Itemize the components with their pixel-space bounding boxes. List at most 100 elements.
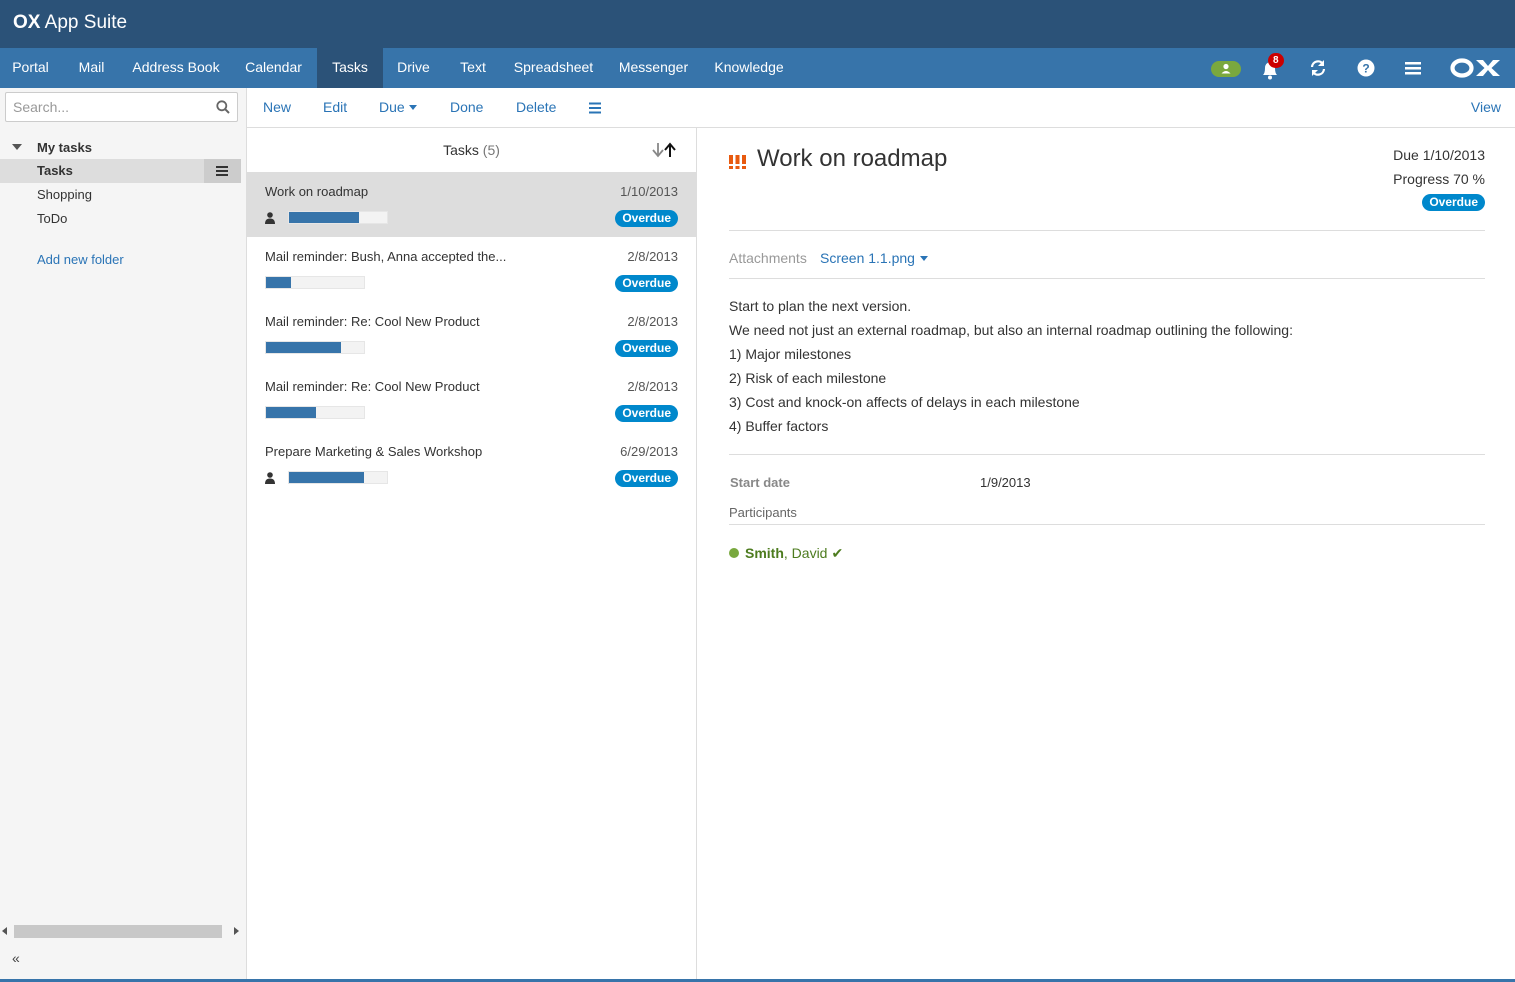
task-item-date: 2/8/2013	[627, 314, 678, 329]
task-item-date: 1/10/2013	[620, 184, 678, 199]
attachments-label: Attachments	[729, 250, 807, 266]
divider	[729, 278, 1485, 279]
task-item-date: 2/8/2013	[627, 249, 678, 264]
scroll-right-icon[interactable]	[234, 927, 240, 935]
tab-address-book[interactable]: Address Book	[122, 48, 230, 88]
tab-spreadsheet[interactable]: Spreadsheet	[502, 48, 605, 88]
presence-dot-icon	[729, 548, 739, 559]
note-line: 4) Buffer factors	[729, 418, 829, 434]
status-badge: Overdue	[615, 275, 678, 292]
scrollbar-thumb[interactable]	[14, 925, 222, 938]
folder-shopping[interactable]: Shopping	[0, 183, 241, 207]
folder-tree-root[interactable]: My tasks	[0, 138, 246, 158]
bell-icon[interactable]: 8	[1260, 53, 1292, 83]
task-item-date: 2/8/2013	[627, 379, 678, 394]
list-title: Tasks (5)	[443, 142, 500, 158]
task-list: Tasks (5) Work on roadmap 1/10/2013 Overdu…	[247, 128, 697, 982]
notification-badge: 8	[1268, 53, 1284, 68]
task-list-item[interactable]: Mail reminder: Re: Cool New Product 2/8/2…	[247, 302, 696, 367]
caret-down-icon	[408, 104, 417, 110]
more-actions-icon[interactable]	[589, 101, 601, 117]
note-line: We need not just an external roadmap, bu…	[729, 322, 1293, 338]
status-badge: Overdue	[615, 340, 678, 357]
task-item-title: Mail reminder: Re: Cool New Product	[265, 314, 480, 329]
due-label: Due	[379, 99, 405, 115]
divider	[729, 230, 1485, 231]
folder-todo[interactable]: ToDo	[0, 207, 241, 231]
sort-icon[interactable]	[650, 142, 678, 158]
attachment-link[interactable]: Screen 1.1.png	[820, 250, 928, 266]
note-line: Start to plan the next version.	[729, 298, 912, 314]
collapse-sidebar-button[interactable]: «	[12, 950, 20, 966]
tab-mail[interactable]: Mail	[61, 48, 122, 88]
task-item-date: 6/29/2013	[620, 444, 678, 459]
progress-text: Progress 70 %	[1393, 171, 1485, 187]
task-detail: Work on roadmap Due 1/10/2013 Progress 7…	[697, 128, 1515, 982]
status-badge: Overdue	[615, 210, 678, 227]
progress-bar	[288, 211, 388, 224]
app-title: OX App Suite	[13, 12, 128, 33]
tab-portal[interactable]: Portal	[0, 48, 61, 88]
progress-fill	[289, 472, 364, 483]
help-icon[interactable]: ?	[1357, 59, 1375, 77]
participant-first-name: , David	[783, 545, 828, 561]
start-date-label: Start date	[730, 475, 790, 490]
note-line: 2) Risk of each milestone	[729, 370, 887, 386]
tab-drive[interactable]: Drive	[383, 48, 444, 88]
status-badge: Overdue	[1422, 194, 1485, 211]
refresh-icon[interactable]	[1309, 59, 1327, 77]
due-dropdown[interactable]: Due	[379, 99, 417, 115]
progress-bar	[265, 406, 365, 419]
app-navigation: Portal Mail Address Book Calendar Tasks …	[0, 48, 1515, 88]
task-title: Work on roadmap	[757, 145, 948, 172]
participants-label: Participants	[729, 505, 797, 520]
task-item-title: Mail reminder: Re: Cool New Product	[265, 379, 480, 394]
task-list-item[interactable]: Work on roadmap 1/10/2013 Overdue	[247, 172, 696, 237]
progress-bar	[265, 276, 365, 289]
tab-knowledge[interactable]: Knowledge	[702, 48, 796, 88]
folder-options-icon[interactable]	[204, 159, 241, 183]
task-list-item[interactable]: Prepare Marketing & Sales Workshop 6/29/2…	[247, 432, 696, 497]
tab-calendar[interactable]: Calendar	[230, 48, 317, 88]
top-banner: OX App Suite	[0, 0, 1515, 48]
folder-tasks[interactable]: Tasks	[0, 159, 241, 183]
caret-down-icon[interactable]	[12, 144, 22, 150]
presence-icon[interactable]	[1211, 60, 1241, 78]
done-button[interactable]: Done	[450, 99, 483, 115]
participants-icon	[265, 472, 275, 484]
ox-logo	[1450, 58, 1506, 78]
folder-label: ToDo	[37, 211, 68, 226]
task-toolbar: New Edit Due Done Delete View	[247, 88, 1515, 128]
participant[interactable]: Smith, David ✔	[729, 545, 843, 562]
add-new-folder-link[interactable]: Add new folder	[37, 252, 124, 267]
status-badge: Overdue	[615, 470, 678, 487]
folder-sidebar: My tasks Tasks Shopping ToDo Add new fol…	[0, 88, 247, 982]
scroll-left-icon[interactable]	[2, 927, 8, 935]
progress-fill	[289, 212, 359, 223]
horizontal-scrollbar[interactable]	[0, 922, 246, 940]
new-button[interactable]: New	[263, 99, 291, 115]
view-button[interactable]: View	[1471, 99, 1501, 115]
status-badge: Overdue	[615, 405, 678, 422]
progress-fill	[266, 277, 291, 288]
divider	[729, 454, 1485, 455]
task-list-item[interactable]: Mail reminder: Re: Cool New Product 2/8/2…	[247, 367, 696, 432]
svg-text:?: ?	[1362, 62, 1369, 76]
tab-tasks[interactable]: Tasks	[317, 48, 383, 88]
menu-icon[interactable]	[1405, 60, 1421, 76]
progress-fill	[266, 407, 316, 418]
task-list-item[interactable]: Mail reminder: Bush, Anna accepted the..…	[247, 237, 696, 302]
folder-label: Shopping	[37, 187, 92, 202]
edit-button[interactable]: Edit	[323, 99, 347, 115]
attachment-name: Screen 1.1.png	[820, 250, 915, 266]
search-icon[interactable]	[216, 100, 230, 114]
tree-root-label: My tasks	[37, 140, 92, 155]
tab-messenger[interactable]: Messenger	[605, 48, 702, 88]
priority-high-icon	[729, 155, 746, 169]
list-header: Tasks (5)	[247, 128, 696, 172]
progress-bar	[265, 341, 365, 354]
search-input[interactable]	[13, 98, 208, 116]
folder-label: Tasks	[37, 163, 73, 178]
tab-text[interactable]: Text	[444, 48, 502, 88]
delete-button[interactable]: Delete	[516, 99, 556, 115]
